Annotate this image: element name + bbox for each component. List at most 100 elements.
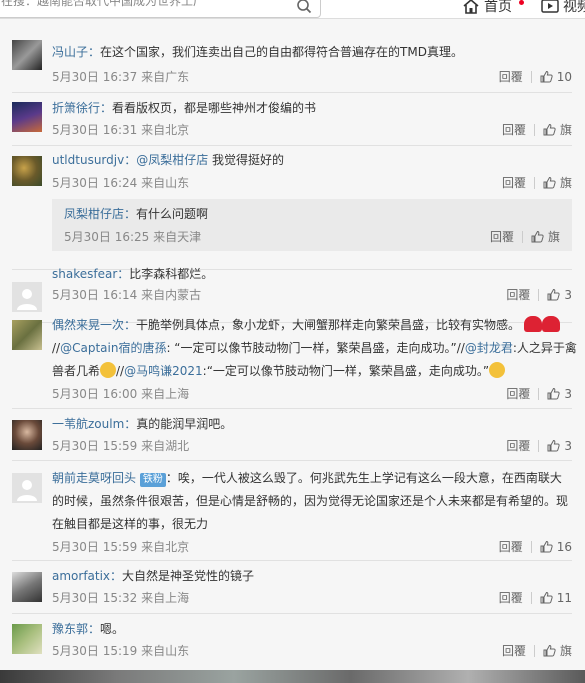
comment-user[interactable]: 朝前走莫呀回头 [52,471,136,485]
thumbs-up-icon [540,591,553,604]
reply-meta: 5月30日 16:25 来自天津 [64,230,202,244]
mention-link[interactable]: @马鸣谦2021 [124,364,203,378]
comment-meta: 5月30日 16:24 来自山东 [52,176,190,190]
comment-meta: 5月30日 16:31 来自北京 [52,123,190,137]
comment-item: 折箫徐行：看看版权页，都是哪些神州才俊编的书 5月30日 16:31 来自北京 … [12,93,572,146]
like-count: 3 [564,438,572,453]
reply-text: 有什么问题啊 [136,207,209,221]
avatar[interactable] [12,473,42,503]
like-button[interactable]: 旗 [543,642,572,659]
divider [538,288,540,301]
comment-item: 冯山子：在这个国家，我们连卖出自己的自由都得符合普遍存在的TMD真理。 5月30… [12,35,572,93]
like-button[interactable]: 旗 [543,121,572,138]
like-button[interactable]: 旗 [531,228,560,245]
comment-user[interactable]: 冯山子： [52,45,100,59]
reply-button[interactable]: 回覆 [490,228,514,245]
comment-text: :“一定可以像节肢动物门一样，繁荣昌盛，走向成功。” [202,364,490,378]
reply-button[interactable]: 回覆 [506,437,530,454]
divider [533,644,535,657]
reply-button[interactable]: 回覆 [499,68,523,85]
emoticon-icon [523,316,542,332]
like-count: 3 [564,287,572,302]
like-button[interactable]: 3 [547,288,572,302]
reply-button[interactable]: 回覆 [502,174,526,191]
comment-item: 豫东郭：嗯。 5月30日 15:19 来自山东 回覆 旗 [12,614,572,667]
comment-text: 在这个国家，我们连卖出自己的自由都得符合普遍存在的TMD真理。 [100,45,463,59]
search-icon[interactable] [296,0,312,14]
avatar[interactable] [12,420,42,450]
comment-text: 比李森科都烂。 [129,267,214,281]
search-input[interactable]: 在搜：越南能否取代中国成为世界工厂 [1,0,205,9]
like-button[interactable]: 11 [540,591,572,605]
report-link[interactable]: 旗 [548,228,560,245]
comment-text: : “一定可以像节肢动物门一样，繁荣昌盛，走向成功。”// [166,341,465,355]
avatar[interactable] [12,156,42,186]
report-link[interactable]: 旗 [560,642,572,659]
divider [521,230,523,243]
thumbs-up-icon [543,123,556,136]
avatar[interactable] [12,320,42,350]
like-button[interactable]: 3 [547,387,572,401]
comment-user[interactable]: shakesfear： [52,267,129,281]
nav-home-label: 首页 [484,0,512,15]
comment-text: 真的能润早润吧。 [136,417,233,431]
reply-user[interactable]: 凤梨柑仔店： [64,207,136,221]
like-button[interactable]: 16 [540,540,572,554]
comment-user[interactable]: 一苇航zoulm： [52,417,136,431]
comment-item: 偶然来晃一次：干脆举例具体点，象小龙虾，大闸蟹那样走向繁荣昌盛，比较有实物感。 … [12,306,577,409]
thumbs-up-icon [543,644,556,657]
divider [533,123,535,136]
emoticon-icon [100,362,117,378]
comment-item: 一苇航zoulm：真的能润早润吧。 5月30日 15:59 来自湖北 回覆 3 [12,409,572,461]
mention-link[interactable]: @Captain宿的唐孫 [60,341,166,355]
comment-text: ：唉，一代人被这么毁了。何兆武先生上学记有这么一段大意，在西南联大 [165,471,562,485]
divider [533,176,535,189]
divider [538,439,540,452]
comment-meta: 5月30日 15:59 来自北京 [52,540,190,554]
divider [538,387,540,400]
comment-user[interactable]: utldtusurdjv： [52,153,136,167]
reply-button[interactable]: 回覆 [502,642,526,659]
report-link[interactable]: 旗 [560,174,572,191]
notification-dot [519,0,524,5]
thumbs-up-icon [540,540,553,553]
thumbs-up-icon [547,439,560,452]
nav-home[interactable]: 首页 [462,0,512,16]
comment-user[interactable]: 豫东郭： [52,622,100,636]
like-button[interactable]: 3 [547,439,572,453]
comment-user[interactable]: 折箫徐行： [52,101,112,115]
comment-user[interactable]: amorfatix： [52,569,122,583]
comment-meta: 5月30日 16:14 来自内蒙古 [52,288,202,302]
reply-button[interactable]: 回覆 [499,589,523,606]
report-link[interactable]: 旗 [560,121,572,138]
comment-meta: 5月30日 16:00 来自上海 [52,387,190,401]
thumbs-up-icon [547,288,560,301]
mention-link[interactable]: @凤梨柑仔店 [136,153,208,167]
top-bar: 在搜：越南能否取代中国成为世界工厂 首页 视频 [0,0,585,19]
avatar[interactable] [12,102,42,132]
avatar[interactable] [12,40,42,70]
avatar[interactable] [12,572,42,602]
nested-reply: 凤梨柑仔店：有什么问题啊 5月30日 16:25 来自天津 回覆 旗 [52,199,572,251]
comment-user[interactable]: 偶然来晃一次： [52,318,136,332]
avatar[interactable] [12,624,42,654]
reply-button[interactable]: 回覆 [499,538,523,555]
reply-button[interactable]: 回覆 [502,121,526,138]
like-button[interactable]: 10 [540,70,572,84]
thumbs-up-icon [543,176,556,189]
comment-item: amorfatix：大自然是神圣党性的镜子 5月30日 15:32 来自上海 回… [12,561,572,614]
like-button[interactable]: 旗 [543,174,572,191]
reply-button[interactable]: 回覆 [506,385,530,402]
background-image-strip [0,670,585,683]
comment-text: // [52,341,61,355]
mention-link[interactable]: @封龙君 [465,341,513,355]
search-box[interactable]: 在搜：越南能否取代中国成为世界工厂 [0,0,321,18]
default-avatar-icon [17,480,37,501]
divider [530,591,532,604]
comment-text: 大自然是神圣党性的镜子 [122,569,255,583]
comment-text: 看看版权页，都是哪些神州才俊编的书 [112,101,317,115]
nav-video[interactable]: 视频 [541,0,585,16]
reply-button[interactable]: 回覆 [506,286,530,303]
divider [530,70,532,83]
comment-text: 的时候，虽然条件很艰苦，但是心情是舒畅的，因为觉得无论国家还是个人未来都是有希望… [52,494,569,508]
